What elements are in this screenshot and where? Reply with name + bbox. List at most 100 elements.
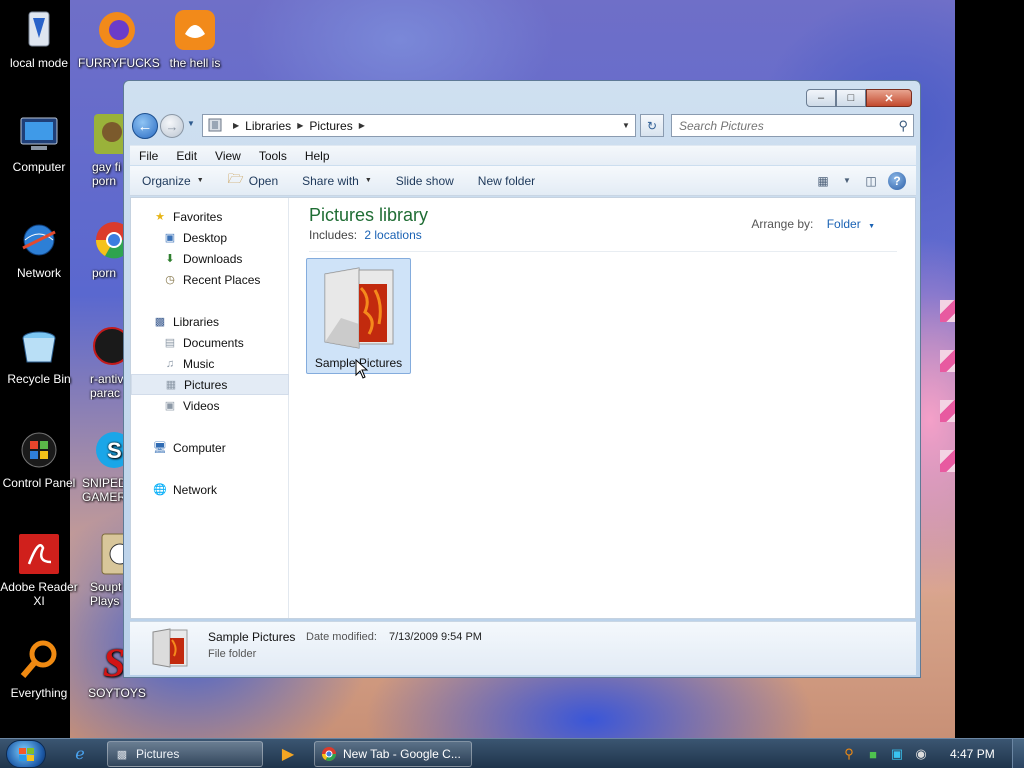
desktop-icon-network[interactable]: Network (0, 218, 78, 280)
library-title: Pictures library (309, 205, 429, 225)
maximize-button[interactable]: □ (836, 89, 866, 107)
new-folder-button[interactable]: New folder (466, 174, 547, 188)
library-location-icon (207, 117, 227, 135)
desktop-icon-uc-browser[interactable]: the hell is (156, 8, 234, 70)
open-button[interactable]: 🗁 Open (216, 170, 290, 192)
desktop-icon-control-panel[interactable]: Control Panel (0, 428, 78, 490)
media-player-icon[interactable]: ▶ (272, 742, 304, 766)
menu-file[interactable]: File (130, 149, 167, 163)
svg-text:S: S (103, 640, 125, 682)
desktop-icon-adobe-reader[interactable]: Adobe Reader XI (0, 532, 78, 608)
address-bar[interactable]: ▶ Libraries ▶ Pictures ▶ ▼ (202, 114, 636, 137)
back-button[interactable]: ← (132, 113, 158, 139)
back-arrow-icon: ← (137, 117, 153, 135)
breadcrumb-separator-icon[interactable]: ▶ (297, 121, 303, 130)
folder-item-sample-pictures[interactable]: Sample Pictures (306, 258, 411, 379)
address-dropdown-icon[interactable]: ▼ (617, 121, 635, 130)
computer-icon (17, 112, 61, 156)
desktop-icon-r-antivirus[interactable]: r-antiv parac (78, 324, 124, 400)
start-button[interactable] (6, 740, 46, 768)
breadcrumb-separator-icon[interactable]: ▶ (359, 121, 365, 130)
desktop-icon-everything[interactable]: Everything (0, 638, 78, 700)
volume-tray-icon[interactable]: ◉ (910, 743, 932, 765)
picture-folder-icon (152, 628, 188, 668)
menu-tools[interactable]: Tools (250, 149, 296, 163)
libraries-group: ▩ Libraries ▤ Documents ♫ Music ▦ Pictur… (131, 311, 289, 416)
desktop-icon-computer[interactable]: Computer (0, 112, 78, 174)
help-icon: ? (893, 173, 901, 188)
desktop-icon-recycle-bin[interactable]: Recycle Bin (0, 324, 78, 386)
change-view-button[interactable]: ▦ (810, 170, 836, 192)
recent-pages-dropdown[interactable]: ▼ (187, 119, 195, 128)
organize-button[interactable]: Organize ▼ (130, 174, 216, 188)
command-bar-right: ▦ ▼ ◫ ? (810, 170, 916, 192)
help-button[interactable]: ? (888, 171, 906, 190)
nav-videos-label: Videos (183, 398, 220, 413)
search-input[interactable] (679, 118, 889, 133)
nav-desktop[interactable]: ▣ Desktop (131, 227, 289, 248)
nav-music[interactable]: ♫ Music (131, 353, 289, 374)
preview-pane-button[interactable]: ◫ (858, 170, 884, 192)
menu-edit[interactable]: Edit (167, 149, 206, 163)
nav-recent-places-label: Recent Places (183, 272, 261, 287)
menu-help[interactable]: Help (296, 149, 339, 163)
nav-recent-places[interactable]: ◷ Recent Places (131, 269, 289, 290)
share-with-button[interactable]: Share with ▼ (290, 174, 384, 188)
nav-network[interactable]: 🌐 Network (131, 479, 289, 500)
network-tray-icon[interactable]: ■ (862, 743, 884, 765)
arrange-by: Arrange by: Folder ▼ (751, 217, 875, 231)
breadcrumb-separator-icon[interactable]: ▶ (233, 121, 239, 130)
desktop-icon-local-mode[interactable]: local mode (0, 8, 78, 70)
documents-icon: ▤ (164, 337, 176, 349)
view-options-dropdown[interactable]: ▼ (840, 170, 854, 192)
internet-explorer-icon[interactable]: ℯ (64, 742, 96, 766)
nav-libraries[interactable]: ▩ Libraries (131, 311, 289, 332)
computer-icon: 🖥 (153, 442, 167, 454)
desktop-icon-label: Recycle Bin (7, 372, 71, 386)
close-button[interactable]: ✕ (866, 89, 912, 107)
forward-button[interactable]: → (160, 114, 184, 138)
menu-view[interactable]: View (206, 149, 250, 163)
music-icon: ♫ (165, 357, 175, 370)
nav-documents[interactable]: ▤ Documents (131, 332, 289, 353)
everything-search-tray-icon[interactable]: ⚲ (838, 743, 860, 765)
slide-show-button[interactable]: Slide show (384, 174, 466, 188)
desktop-icon-label: Soupt Plays (90, 580, 122, 608)
desktop-icon-gay-fi-porn[interactable]: gay fi porn (78, 112, 128, 188)
network-icon: 🌐 (153, 484, 167, 496)
network-globe-icon (17, 218, 61, 262)
desktop-icon-soupt-plays[interactable]: Soupt Plays (78, 532, 124, 608)
show-desktop-button[interactable] (1012, 739, 1024, 768)
search-icon[interactable]: ⚲ (898, 118, 908, 134)
desktop-icon-skype[interactable]: S SNIPED! GAMER (78, 428, 124, 504)
window-controls: – □ ✕ (806, 89, 912, 107)
display-tray-icon[interactable]: ▣ (886, 743, 908, 765)
chevron-down-icon[interactable]: ▼ (868, 223, 875, 230)
taskbar-chrome-label: New Tab - Google C... (343, 747, 461, 761)
minimize-button[interactable]: – (806, 89, 836, 107)
system-tray: ⚲ ■ ▣ ◉ (838, 739, 934, 768)
nav-favorites[interactable]: ★ Favorites (131, 206, 289, 227)
search-box[interactable]: ⚲ (671, 114, 914, 137)
favorites-group: ★ Favorites ▣ Desktop ⬇ Downloads ◷ Rece… (131, 206, 289, 290)
taskbar-clock[interactable]: 4:47 PM (950, 747, 995, 761)
taskbar-chrome-window[interactable]: New Tab - Google C... (314, 741, 472, 767)
desktop-icon-label: Computer (12, 160, 66, 174)
nav-pictures-label: Pictures (184, 377, 228, 392)
desktop-icon-firefox[interactable]: FURRYFUCKS (78, 8, 160, 70)
nav-network-label: Network (173, 482, 218, 497)
nav-pictures[interactable]: ▦ Pictures (131, 374, 289, 395)
refresh-button[interactable]: ↻ (640, 114, 664, 137)
taskbar-pictures-window[interactable]: ▩ Pictures (107, 741, 263, 767)
breadcrumb-pictures[interactable]: Pictures (309, 119, 352, 133)
nav-downloads[interactable]: ⬇ Downloads (131, 248, 289, 269)
arrange-by-dropdown[interactable]: Folder (827, 217, 861, 231)
desktop-icon-chrome[interactable]: porn (78, 218, 124, 280)
locations-link[interactable]: 2 locations (364, 228, 421, 242)
nav-computer[interactable]: 🖥 Computer (131, 437, 289, 458)
nav-videos[interactable]: ▣ Videos (131, 395, 289, 416)
desktop-icon-label: SNIPED! GAMER (82, 476, 124, 504)
nav-desktop-label: Desktop (183, 230, 228, 245)
breadcrumb-libraries[interactable]: Libraries (245, 119, 291, 133)
menu-bar: File Edit View Tools Help (130, 145, 916, 165)
